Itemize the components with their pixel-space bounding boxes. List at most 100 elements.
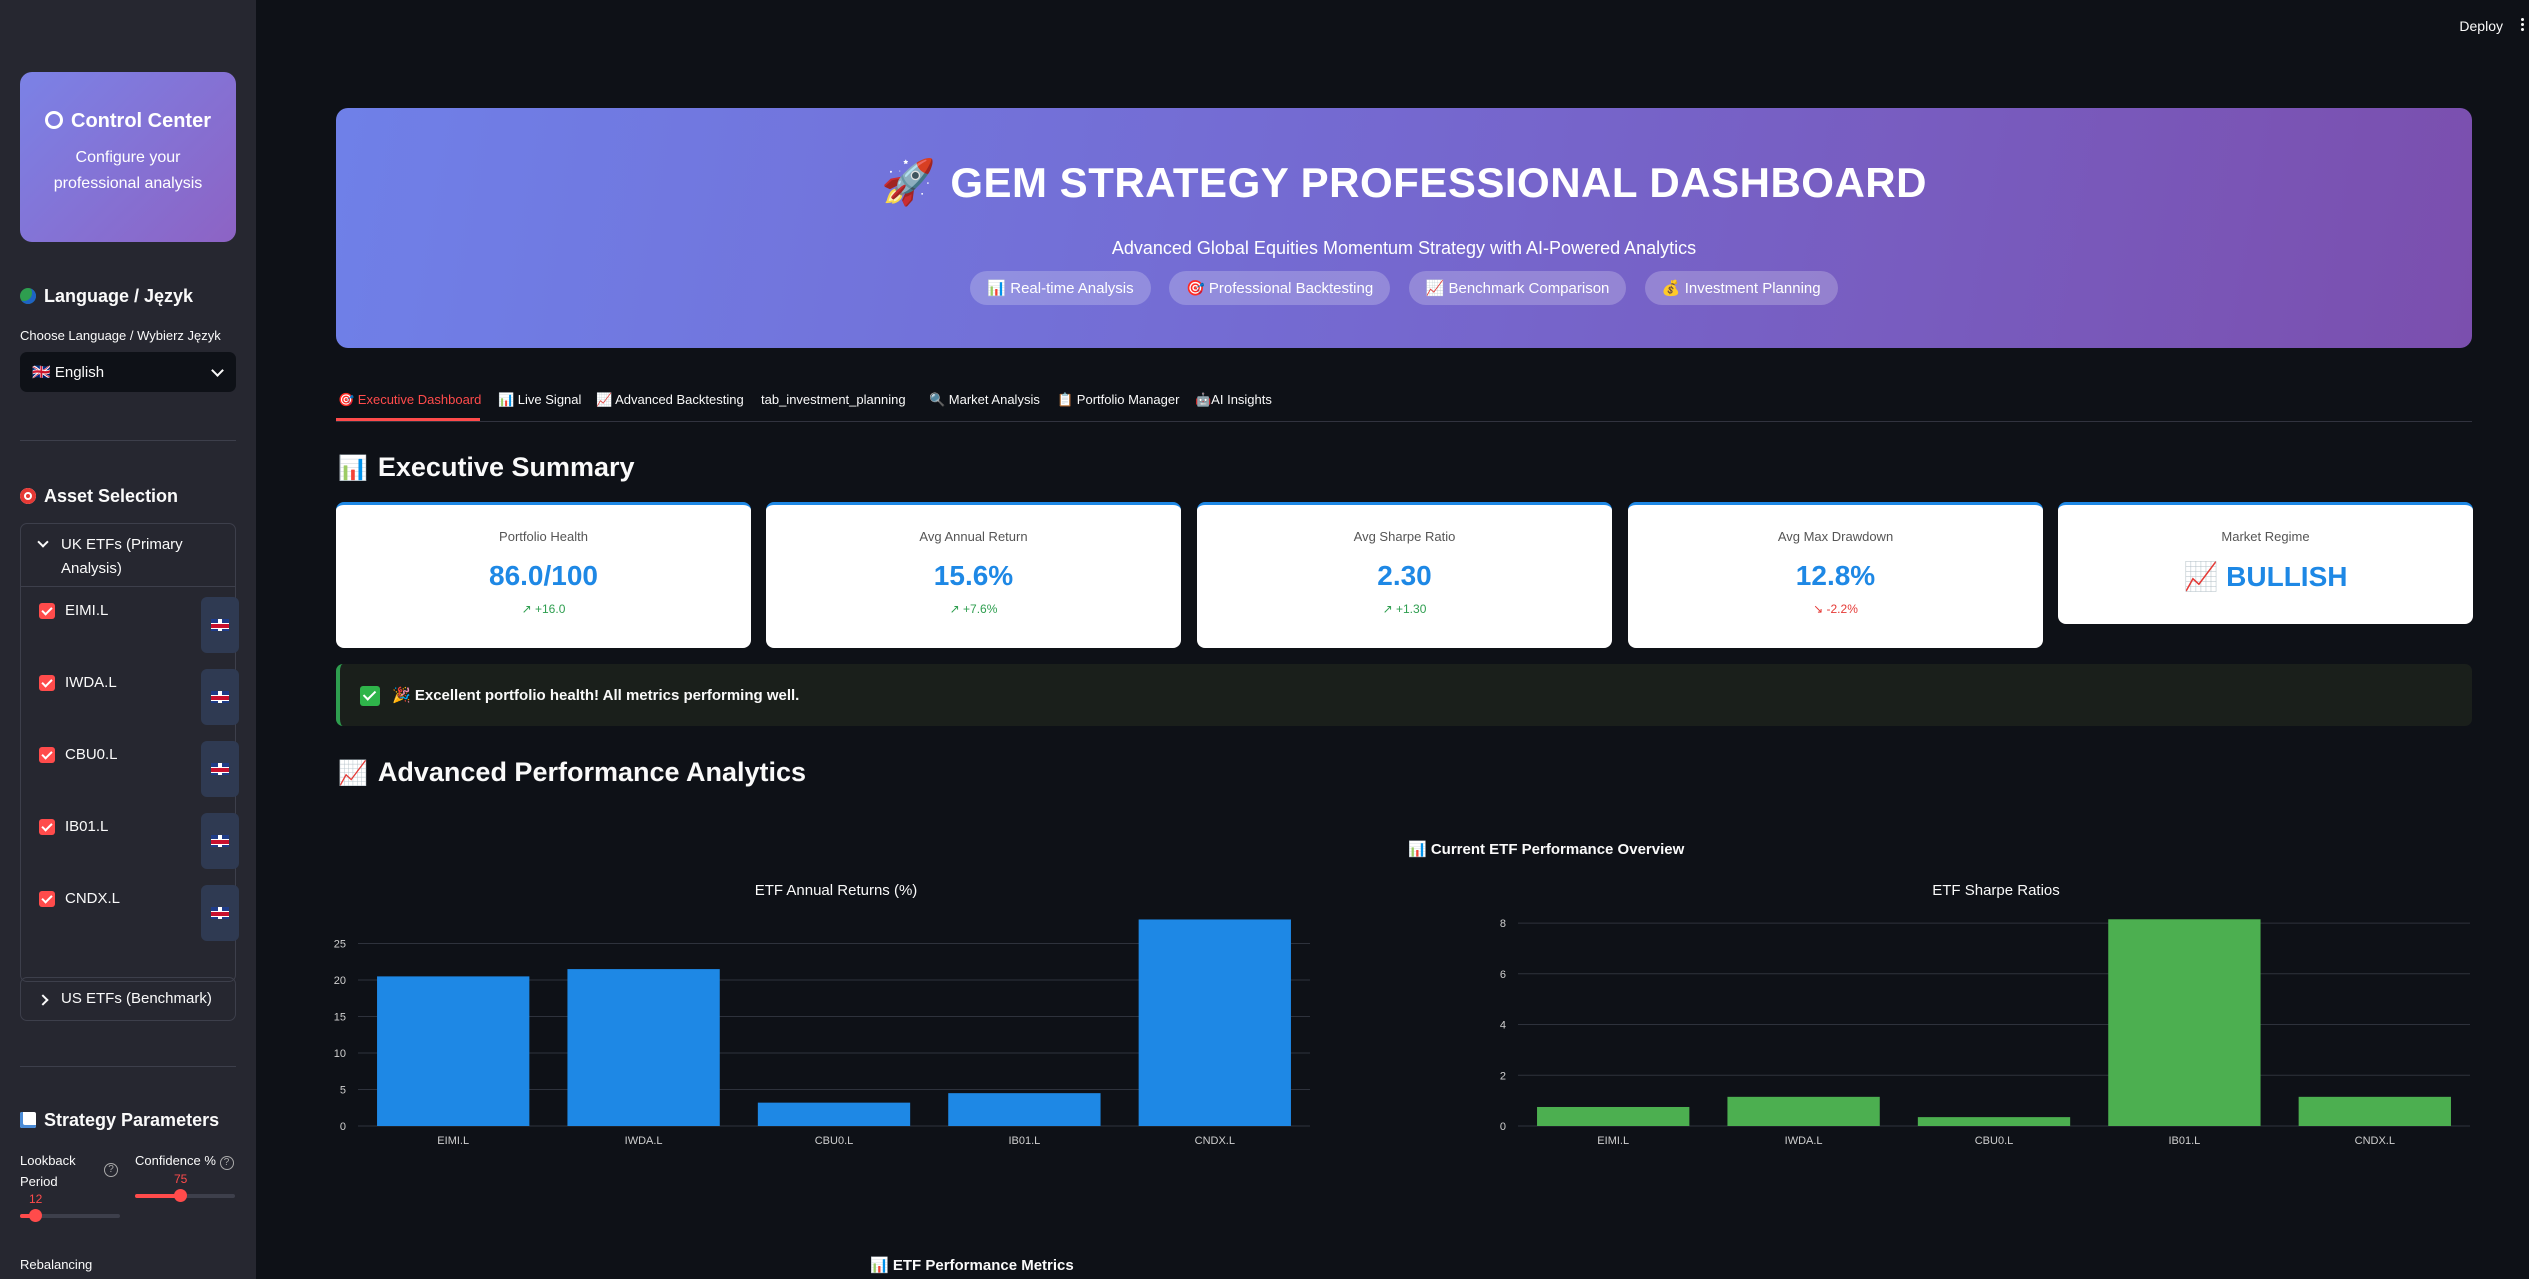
hero-banner: 🚀 GEM STRATEGY PROFESSIONAL DASHBOARD Adv… (336, 108, 2472, 348)
bar-IWDA.L[interactable] (1727, 1096, 1880, 1126)
etf-checkbox[interactable] (39, 819, 55, 835)
metric-label: Avg Annual Return (919, 529, 1028, 544)
etf-checkbox[interactable] (39, 675, 55, 691)
strategy-parameters-heading: Strategy Parameters (20, 1110, 219, 1131)
x-tick-label: EIMI.L (437, 1135, 469, 1147)
confidence-slider-thumb[interactable] (174, 1189, 187, 1202)
control-center-title-text: Control Center (71, 110, 211, 132)
performance-metrics-title: 📊 ETF Performance Metrics (870, 1257, 1074, 1274)
metric-card-avg-annual-return: Avg Annual Return 15.6% ↗ +7.6% (766, 502, 1181, 648)
metric-value: 12.8% (1795, 560, 1876, 591)
confidence-label-text: Confidence % (135, 1153, 216, 1168)
etf-label: CBU0.L (65, 746, 118, 763)
tab-ai-insights[interactable]: 🤖AI Insights (1195, 392, 1272, 408)
bar-IB01.L[interactable] (948, 1093, 1101, 1126)
pill-realtime-analysis: 📊 Real-time Analysis (970, 271, 1151, 305)
bar-IWDA.L[interactable] (567, 969, 720, 1126)
tab-portfolio-manager[interactable]: 📋 Portfolio Manager (1057, 392, 1179, 408)
etf-row-eimi: EIMI.L (39, 597, 239, 657)
etf-checkbox[interactable] (39, 891, 55, 907)
bar-CBU0.L[interactable] (757, 1102, 911, 1126)
language-heading-text: Language / Język (44, 286, 194, 306)
etf-row-iwda: IWDA.L (39, 669, 239, 729)
uk-etfs-expander: UK ETFs (Primary Analysis) EIMI.L IWDA.L… (20, 523, 239, 982)
asset-selection-heading-text: Asset Selection (44, 486, 179, 506)
x-tick-label: IB01.L (1008, 1135, 1040, 1147)
y-tick-label: 15 (334, 1012, 346, 1024)
help-icon[interactable]: ? (104, 1163, 118, 1177)
x-tick-label: IWDA.L (625, 1135, 663, 1147)
uk-flag-icon (211, 619, 229, 631)
control-center-card: Control Center Configure your profession… (20, 72, 236, 242)
chevron-down-icon (211, 364, 224, 377)
language-select[interactable]: 🇬🇧 English (20, 352, 236, 392)
tab-advanced-backtesting[interactable]: 📈 Advanced Backtesting (596, 392, 744, 408)
check-icon (360, 686, 380, 706)
analytics-heading: 📈 Advanced Performance Analytics (338, 757, 806, 788)
deploy-button[interactable]: Deploy (2459, 18, 2503, 34)
y-tick-label: 10 (334, 1048, 346, 1060)
main-menu-icon[interactable] (2521, 18, 2525, 34)
bar-EIMI.L[interactable] (1537, 1106, 1690, 1126)
bar-IB01.L[interactable] (2108, 919, 2261, 1126)
etf-checkbox[interactable] (39, 747, 55, 763)
metric-delta: ↘ -2.2% (1813, 602, 1858, 616)
x-tick-label: CBU0.L (1975, 1135, 2014, 1147)
language-select-value: 🇬🇧 English (32, 364, 105, 381)
etf-checkbox[interactable] (39, 603, 55, 619)
hero-feature-pills: 📊 Real-time Analysis 🎯 Professional Back… (336, 271, 2472, 305)
flag-button[interactable] (201, 813, 239, 869)
language-select-label: Choose Language / Wybierz Język (20, 328, 221, 343)
sharpe-bar-chart: 0 2 4 6 8 EIMI.L IWDA.L CBU0.L IB01.L CNDX.L (1500, 918, 2470, 1147)
etf-row-ib01: IB01.L (39, 813, 239, 873)
bar-chart-icon (20, 1112, 36, 1128)
y-tick-label: 5 (340, 1085, 346, 1097)
etf-label: CNDX.L (65, 890, 121, 907)
x-tick-label: CBU0.L (815, 1135, 854, 1147)
tab-live-signal[interactable]: 📊 Live Signal (498, 392, 581, 408)
chevron-right-icon (37, 994, 49, 1006)
metric-value: 15.6% (933, 560, 1014, 591)
x-tick-label: CNDX.L (2355, 1135, 2395, 1147)
bar-CNDX.L[interactable] (1138, 919, 1291, 1126)
uk-etfs-expander-header[interactable]: UK ETFs (Primary Analysis) (21, 524, 235, 586)
x-tick-label: EIMI.L (1597, 1135, 1629, 1147)
tab-market-analysis[interactable]: 🔍 Market Analysis (929, 392, 1040, 408)
lookback-slider-thumb[interactable] (29, 1209, 42, 1222)
metric-label: Portfolio Health (499, 529, 588, 544)
metric-delta: ↗ +1.30 (1382, 602, 1427, 616)
metric-delta: ↗ +16.0 (521, 602, 566, 616)
flag-button[interactable] (201, 741, 239, 797)
lookback-slider-value: 12 (29, 1192, 43, 1206)
lookback-slider[interactable]: 12 (20, 1192, 120, 1222)
uk-flag-icon (211, 691, 229, 703)
bar-CNDX.L[interactable] (2298, 1096, 2451, 1126)
us-etfs-expander-header[interactable]: US ETFs (Benchmark) (21, 978, 235, 1020)
asset-selection-heading: Asset Selection (20, 486, 178, 507)
sidebar: Control Center Configure your profession… (0, 0, 256, 1279)
metric-card-avg-sharpe-ratio: Avg Sharpe Ratio 2.30 ↗ +1.30 (1197, 502, 1612, 648)
etf-label: IB01.L (65, 818, 109, 835)
confidence-label: Confidence % ? (135, 1150, 234, 1171)
lookback-label-line2: Period (20, 1174, 58, 1189)
rocket-icon: 🚀 (881, 158, 937, 207)
bar-CBU0.L[interactable] (1917, 1117, 2071, 1126)
bar-EIMI.L[interactable] (377, 976, 530, 1126)
y-tick-label: 25 (334, 939, 346, 951)
metric-card-market-regime: Market Regime 📈 BULLISH (2058, 502, 2473, 624)
tab-investment-planning[interactable]: tab_investment_planning (761, 392, 906, 407)
metric-delta: ↗ +7.6% (949, 602, 998, 616)
sharpe-chart-title: ETF Sharpe Ratios (1932, 882, 2060, 899)
metric-label: Market Regime (2221, 529, 2310, 544)
flag-button[interactable] (201, 885, 239, 941)
help-icon[interactable]: ? (219, 1156, 234, 1170)
flag-button[interactable] (201, 597, 239, 653)
etf-label: EIMI.L (65, 602, 109, 619)
uk-flag-icon (211, 835, 229, 847)
metric-value: 2.30 (1377, 560, 1432, 591)
flag-button[interactable] (201, 669, 239, 725)
tab-executive-dashboard[interactable]: 🎯 Executive Dashboard (338, 392, 481, 408)
line-chart-icon: 📈 (338, 760, 368, 787)
executive-summary-heading: 📊 Executive Summary (338, 452, 635, 483)
confidence-slider[interactable]: 75 (135, 1172, 235, 1202)
